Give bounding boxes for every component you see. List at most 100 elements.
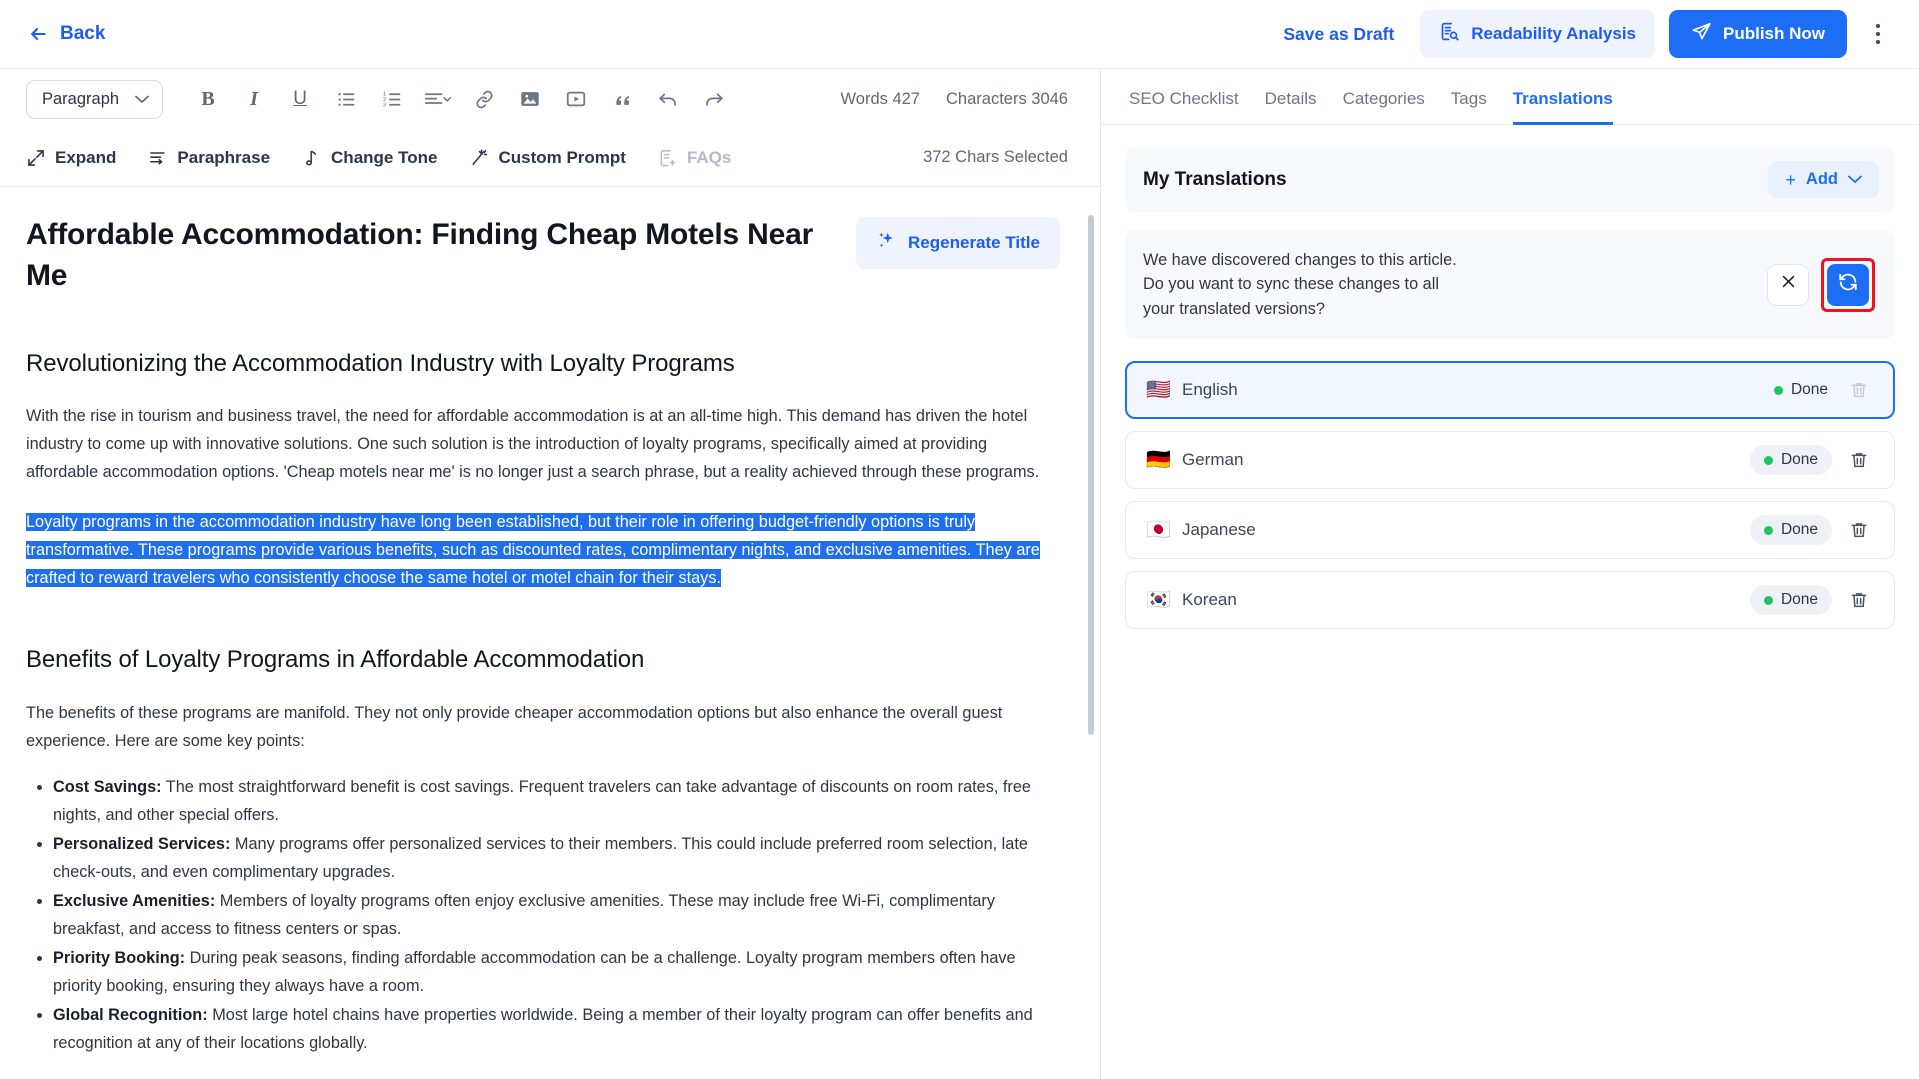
video-icon[interactable] — [558, 81, 594, 117]
trash-icon[interactable] — [1840, 590, 1878, 610]
chevron-down-icon — [1848, 175, 1862, 184]
publish-now-button[interactable]: Publish Now — [1669, 10, 1847, 58]
ai-tools-toolbar: Expand Paraphrase Change Tone Custom Pro… — [0, 129, 1100, 187]
flag-icon-jp: 🇯🇵 — [1146, 519, 1171, 542]
ai-change-tone-button[interactable]: Change Tone — [302, 148, 437, 168]
list-item: Personalized Services: Many programs off… — [53, 830, 1060, 886]
tab-seo-checklist[interactable]: SEO Checklist — [1129, 89, 1239, 125]
add-translation-button[interactable]: + Add — [1768, 161, 1879, 198]
status-dot-icon — [1763, 595, 1773, 605]
magic-wand-icon — [469, 148, 489, 168]
add-translation-label: Add — [1805, 170, 1838, 188]
trash-icon[interactable] — [1840, 520, 1878, 540]
document-scroll-area[interactable]: Affordable Accommodation: Finding Cheap … — [0, 187, 1100, 1079]
language-row-english[interactable]: 🇺🇸 English Done — [1125, 361, 1895, 420]
tab-categories[interactable]: Categories — [1343, 89, 1425, 125]
numbered-list-icon[interactable]: 1 2 3 — [374, 81, 410, 117]
word-count: Words 427 — [840, 89, 921, 108]
regenerate-title-label: Regenerate Title — [908, 233, 1040, 252]
sync-dismiss-button[interactable] — [1767, 263, 1809, 306]
ai-faqs-button[interactable]: FAQs — [658, 148, 731, 168]
document-paragraph-2-selected: Loyalty programs in the accommodation in… — [26, 508, 1060, 592]
sync-confirm-highlight — [1821, 257, 1875, 312]
list-item-term: Priority Booking: — [53, 949, 186, 967]
list-item: Exclusive Amenities: Members of loyalty … — [53, 887, 1060, 943]
sync-message: We have discovered changes to this artic… — [1143, 251, 1457, 318]
save-as-draft-button[interactable]: Save as Draft — [1283, 24, 1394, 45]
status-badge: Done — [1749, 585, 1832, 616]
more-options-button[interactable] — [1857, 13, 1899, 55]
document-scrollbar[interactable] — [1088, 215, 1094, 735]
tab-details[interactable]: Details — [1265, 89, 1317, 125]
list-item-term: Global Recognition: — [53, 1006, 208, 1025]
ai-paraphrase-button[interactable]: Paraphrase — [148, 148, 270, 168]
tab-tags[interactable]: Tags — [1451, 89, 1487, 125]
list-item-text: The most straightforward benefit is cost… — [53, 777, 1031, 824]
back-label: Back — [60, 23, 106, 44]
undo-icon[interactable] — [650, 81, 686, 117]
redo-icon[interactable] — [696, 81, 732, 117]
back-button[interactable]: Back — [24, 17, 109, 51]
ai-faqs-label: FAQs — [686, 147, 732, 167]
quote-icon[interactable] — [604, 81, 640, 117]
list-item-term: Personalized Services: — [53, 834, 231, 853]
status-dot-icon — [1763, 455, 1773, 465]
block-format-select[interactable]: Paragraph — [26, 79, 164, 119]
list-item: Cost Savings: The most straightforward b… — [53, 773, 1060, 829]
page-title[interactable]: Affordable Accommodation: Finding Cheap … — [26, 215, 836, 296]
sync-confirm-button[interactable] — [1827, 263, 1869, 306]
list-item: Priority Booking: During peak seasons, f… — [53, 944, 1060, 1000]
close-icon — [1780, 273, 1797, 296]
arrow-left-icon — [28, 24, 48, 44]
refresh-sync-icon — [1837, 271, 1859, 298]
link-icon[interactable] — [466, 81, 502, 117]
more-vertical-icon — [1876, 40, 1880, 44]
language-row-japanese[interactable]: 🇯🇵 Japanese Done — [1125, 501, 1895, 560]
trash-icon[interactable] — [1840, 450, 1878, 470]
flag-icon-us: 🇺🇸 — [1146, 379, 1171, 402]
status-badge: Done — [1760, 375, 1832, 405]
ai-expand-label: Expand — [55, 147, 117, 167]
bold-icon[interactable]: B — [190, 81, 226, 117]
block-format-value: Paragraph — [42, 89, 120, 108]
panel-tabs: SEO Checklist Details Categories Tags Tr… — [1101, 69, 1919, 125]
ai-expand-button[interactable]: Expand — [26, 148, 116, 168]
ai-custom-prompt-button[interactable]: Custom Prompt — [469, 148, 626, 168]
my-translations-header: My Translations + Add — [1125, 147, 1895, 212]
editor-column: Paragraph B I U 1 2 3 Words 427 Characte… — [0, 68, 1100, 1079]
list-item-term: Cost Savings: — [53, 777, 162, 796]
sync-changes-card: We have discovered changes to this artic… — [1125, 230, 1895, 340]
more-vertical-icon — [1876, 24, 1880, 28]
italic-icon[interactable]: I — [236, 81, 272, 117]
music-note-icon — [302, 148, 322, 168]
readability-analysis-button[interactable]: Readability Analysis — [1420, 10, 1655, 58]
list-item: Global Recognition: Most large hotel cha… — [53, 1001, 1060, 1057]
format-toolbar: Paragraph B I U 1 2 3 Words 427 Characte… — [0, 69, 1100, 129]
language-row-german[interactable]: 🇩🇪 German Done — [1125, 431, 1895, 490]
editor-counts: Words 427 Characters 3046 — [841, 90, 1085, 109]
status-dot-icon — [1773, 385, 1783, 395]
document-heading-1: Revolutionizing the Accommodation Indust… — [26, 350, 735, 377]
language-row-korean[interactable]: 🇰🇷 Korean Done — [1125, 571, 1895, 630]
align-icon[interactable] — [420, 81, 456, 117]
app-root: Back Save as Draft Readability Analysis — [0, 0, 1919, 1079]
bullet-list-icon[interactable] — [328, 81, 364, 117]
flag-icon-kr: 🇰🇷 — [1146, 589, 1171, 612]
my-translations-title: My Translations — [1143, 168, 1287, 190]
body-split: Paragraph B I U 1 2 3 Words 427 Characte… — [0, 68, 1919, 1079]
right-panel: SEO Checklist Details Categories Tags Tr… — [1100, 68, 1919, 1079]
image-icon[interactable] — [512, 81, 548, 117]
panel-body: My Translations + Add We have discovered… — [1101, 125, 1919, 1079]
top-bar: Back Save as Draft Readability Analysis — [0, 0, 1919, 68]
trash-icon[interactable] — [1840, 380, 1878, 400]
regenerate-title-button[interactable]: Regenerate Title — [856, 217, 1060, 269]
publish-now-label: Publish Now — [1723, 24, 1825, 43]
tab-translations[interactable]: Translations — [1512, 89, 1613, 125]
underline-icon[interactable]: U — [282, 81, 318, 117]
list-item-term: Exclusive Amenities: — [53, 891, 216, 910]
status-label: Done — [1780, 521, 1818, 539]
document-heading-2: Benefits of Loyalty Programs in Affordab… — [26, 646, 645, 674]
translations-language-list: 🇺🇸 English Done 🇩🇪 German Done 🇯🇵 Japane… — [1125, 361, 1895, 630]
status-label: Done — [1780, 451, 1818, 469]
ai-custom-prompt-label: Custom Prompt — [498, 147, 626, 167]
